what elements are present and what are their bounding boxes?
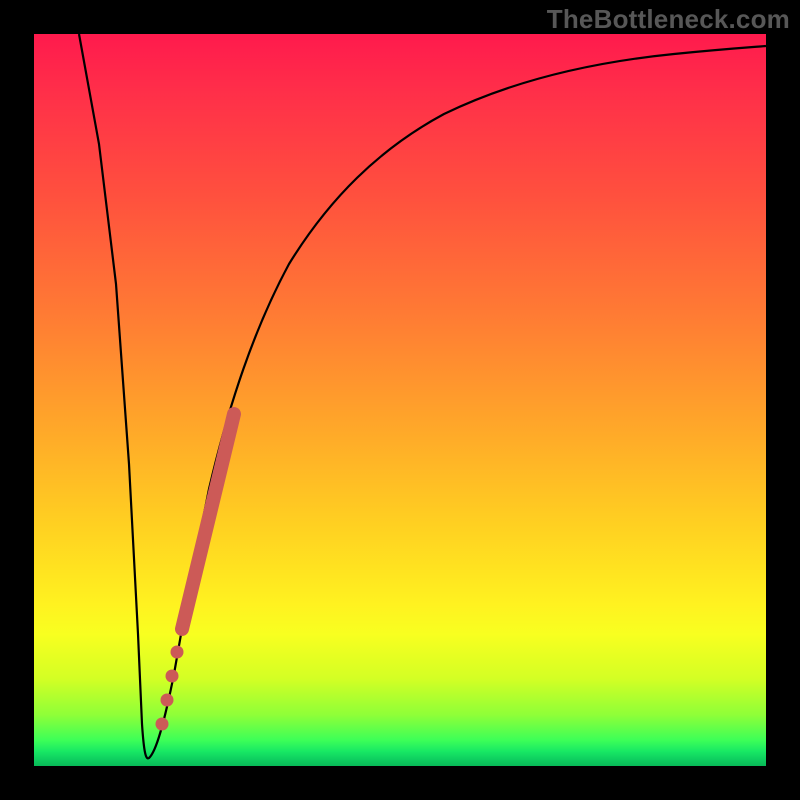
highlight-dot	[161, 694, 174, 707]
watermark-text: TheBottleneck.com	[547, 4, 790, 35]
chart-frame: TheBottleneck.com	[0, 0, 800, 800]
highlight-dot	[171, 646, 184, 659]
highlight-dot	[156, 718, 169, 731]
chart-svg	[34, 34, 766, 766]
plot-area	[34, 34, 766, 766]
highlight-dot	[166, 670, 179, 683]
highlight-segment	[182, 414, 234, 629]
